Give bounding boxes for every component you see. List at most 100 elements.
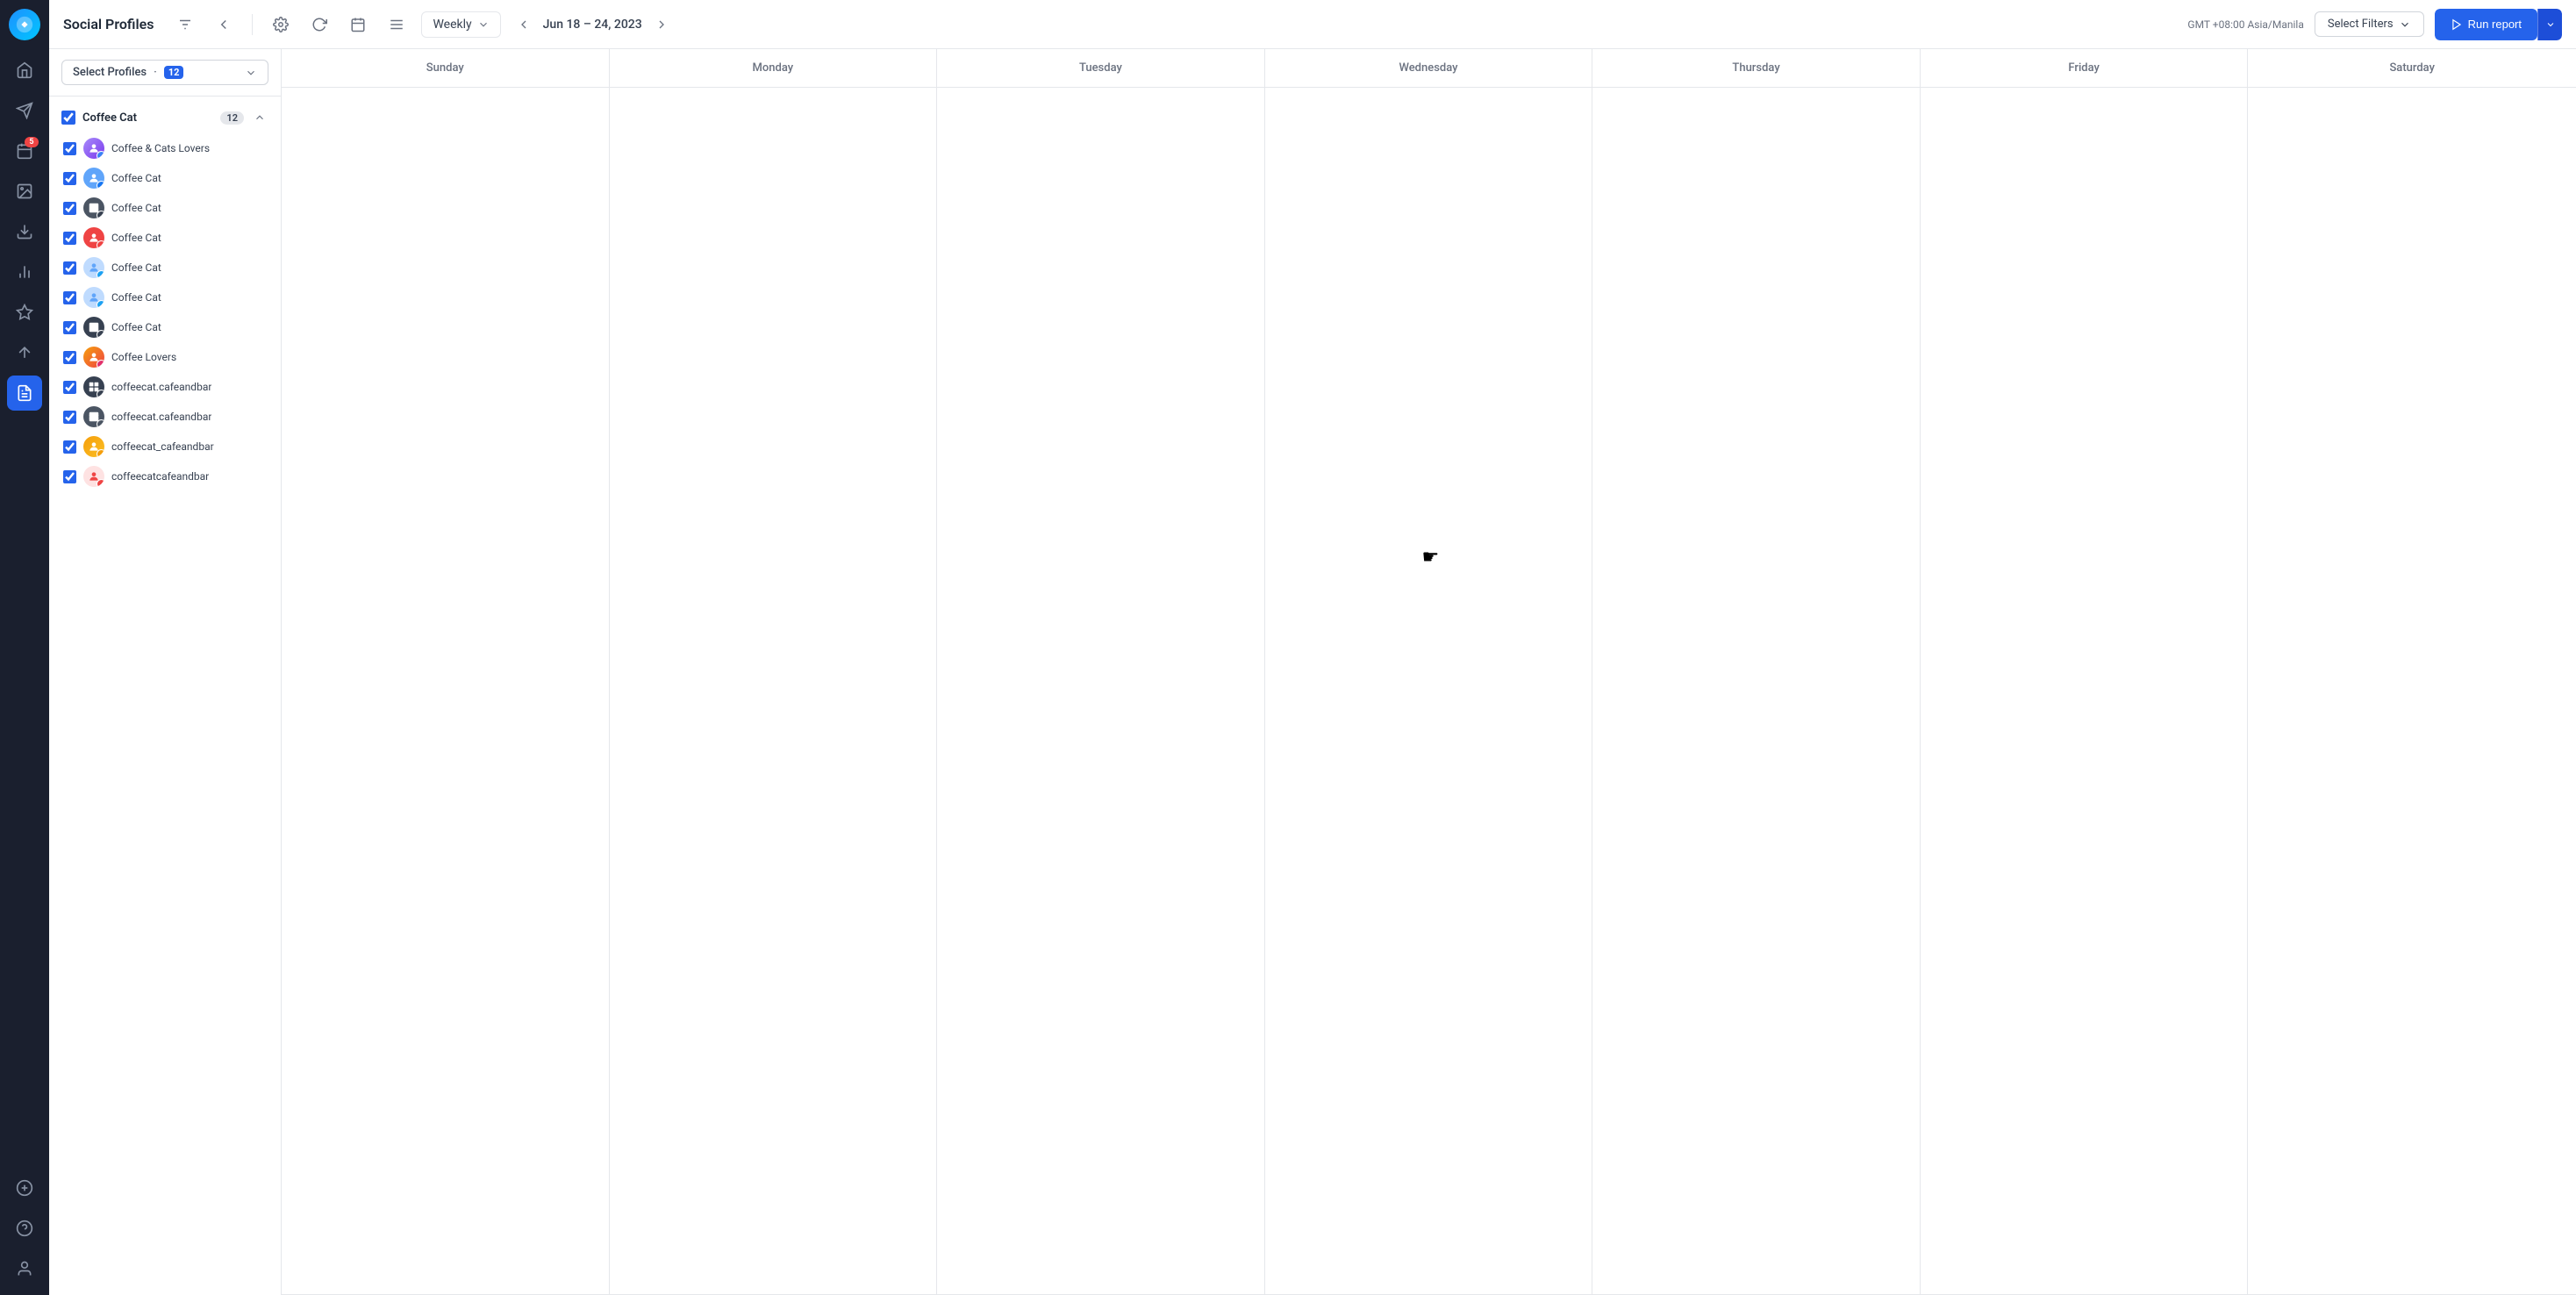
- select-filters-button[interactable]: Select Filters: [2315, 11, 2424, 37]
- app-logo[interactable]: [9, 9, 40, 40]
- prev-date-btn[interactable]: [512, 12, 536, 37]
- timezone-label: GMT +08:00 Asia/Manila: [2187, 18, 2303, 31]
- list-item[interactable]: coffeecat_cafeandbar: [61, 432, 268, 461]
- list-item[interactable]: coffeecatcafeandbar: [61, 461, 268, 491]
- avatar: [83, 197, 104, 218]
- weekly-label: Weekly: [433, 18, 471, 32]
- group-collapse-btn[interactable]: [251, 109, 268, 126]
- profile-name: Coffee Cat: [111, 202, 161, 214]
- nav-reports[interactable]: [7, 376, 42, 411]
- item-checkbox[interactable]: [63, 321, 76, 334]
- calendar-cell-thu[interactable]: [1592, 88, 1921, 1295]
- sidebar: Select Profiles · 12 Coffee Cat 12: [49, 49, 282, 1295]
- calendar-cell-fri[interactable]: [1921, 88, 2249, 1295]
- profile-name: Coffee Cat: [111, 321, 161, 333]
- group-checkbox[interactable]: [61, 111, 75, 125]
- list-item[interactable]: Coffee Cat: [61, 193, 268, 223]
- weekly-dropdown[interactable]: Weekly: [421, 11, 500, 38]
- calendar-cell-sat[interactable]: [2248, 88, 2576, 1295]
- avatar: [83, 287, 104, 308]
- item-checkbox[interactable]: [63, 411, 76, 424]
- item-checkbox[interactable]: [63, 381, 76, 394]
- item-checkbox[interactable]: [63, 142, 76, 155]
- avatar: [83, 257, 104, 278]
- list-item[interactable]: Coffee Cat: [61, 253, 268, 283]
- avatar: [83, 376, 104, 397]
- item-checkbox[interactable]: [63, 470, 76, 483]
- avatar: [83, 347, 104, 368]
- main-content: Social Profiles: [49, 0, 2576, 1295]
- nav-calendar[interactable]: 5: [7, 133, 42, 168]
- divider-1: [252, 14, 253, 35]
- calendar-day-tuesday: Tuesday: [937, 49, 1265, 87]
- calendar-day-sunday: Sunday: [282, 49, 610, 87]
- list-item[interactable]: Coffee Cat: [61, 312, 268, 342]
- profile-name: Coffee Cat: [111, 172, 161, 184]
- settings-btn[interactable]: [267, 11, 295, 39]
- profile-group-header: Coffee Cat 12: [61, 105, 268, 133]
- calendar-cell-wed[interactable]: ☛: [1265, 88, 1593, 1295]
- list-item[interactable]: Coffee Cat: [61, 163, 268, 193]
- item-checkbox[interactable]: [63, 172, 76, 185]
- nav-send[interactable]: [7, 93, 42, 128]
- profile-name: coffeecat.cafeandbar: [111, 381, 211, 393]
- nav-user-avatar[interactable]: [7, 1251, 42, 1286]
- item-checkbox[interactable]: [63, 202, 76, 215]
- back-nav-btn[interactable]: [210, 11, 238, 39]
- profile-name: Coffee Cat: [111, 232, 161, 244]
- left-navigation: 5: [0, 0, 49, 1295]
- item-checkbox[interactable]: [63, 351, 76, 364]
- nav-home[interactable]: [7, 53, 42, 88]
- list-item[interactable]: Coffee & Cats Lovers: [61, 133, 268, 163]
- calendar-body: ☛: [282, 88, 2576, 1295]
- item-checkbox[interactable]: [63, 261, 76, 275]
- list-view-btn[interactable]: [383, 11, 411, 39]
- filter-icon-btn[interactable]: [171, 11, 199, 39]
- profile-name: coffeecat_cafeandbar: [111, 440, 214, 453]
- list-item[interactable]: Coffee Cat: [61, 283, 268, 312]
- avatar: [83, 466, 104, 487]
- select-profiles-dropdown[interactable]: Select Profiles · 12: [61, 60, 268, 85]
- calendar-day-thursday: Thursday: [1592, 49, 1921, 87]
- item-checkbox[interactable]: [63, 232, 76, 245]
- page-title: Social Profiles: [63, 16, 154, 32]
- list-item[interactable]: Coffee Cat: [61, 223, 268, 253]
- group-name: Coffee Cat: [82, 111, 213, 125]
- profiles-count-badge: 12: [164, 66, 184, 79]
- nav-download[interactable]: [7, 214, 42, 249]
- run-report-button[interactable]: Run report: [2435, 9, 2537, 40]
- profile-name: coffeecat.cafeandbar: [111, 411, 211, 423]
- run-report-dropdown-btn[interactable]: [2537, 9, 2562, 40]
- calendar-cell-mon[interactable]: [610, 88, 938, 1295]
- calendar-cell-tue[interactable]: [937, 88, 1265, 1295]
- nav-pen[interactable]: [7, 335, 42, 370]
- cursor-hand-icon: ☛: [1422, 547, 1440, 569]
- sidebar-header: Select Profiles · 12: [49, 49, 281, 97]
- body-area: Select Profiles · 12 Coffee Cat 12: [49, 49, 2576, 1295]
- list-item[interactable]: coffeecat.cafeandbar: [61, 402, 268, 432]
- calendar-day-friday: Friday: [1921, 49, 2249, 87]
- profile-group-coffeecat: Coffee Cat 12 Coffee: [49, 97, 281, 500]
- nav-analytics[interactable]: [7, 254, 42, 290]
- nav-image[interactable]: [7, 174, 42, 209]
- nav-add[interactable]: [7, 1170, 42, 1206]
- next-date-btn[interactable]: [649, 12, 674, 37]
- calendar-cell-sun[interactable]: [282, 88, 610, 1295]
- item-checkbox[interactable]: [63, 291, 76, 304]
- avatar: [83, 406, 104, 427]
- nav-help[interactable]: [7, 1211, 42, 1246]
- nav-star[interactable]: [7, 295, 42, 330]
- refresh-btn[interactable]: [305, 11, 333, 39]
- calendar-view-btn[interactable]: [344, 11, 372, 39]
- avatar: [83, 138, 104, 159]
- profile-name: coffeecatcafeandbar: [111, 470, 209, 483]
- avatar: [83, 317, 104, 338]
- profile-name: Coffee Cat: [111, 261, 161, 274]
- list-item[interactable]: coffeecat.cafeandbar: [61, 372, 268, 402]
- list-item[interactable]: Coffee Lovers: [61, 342, 268, 372]
- run-report-wrapper: Run report: [2435, 9, 2562, 40]
- avatar: [83, 436, 104, 457]
- item-checkbox[interactable]: [63, 440, 76, 454]
- profile-name: Coffee Lovers: [111, 351, 176, 363]
- profile-name: Coffee Cat: [111, 291, 161, 304]
